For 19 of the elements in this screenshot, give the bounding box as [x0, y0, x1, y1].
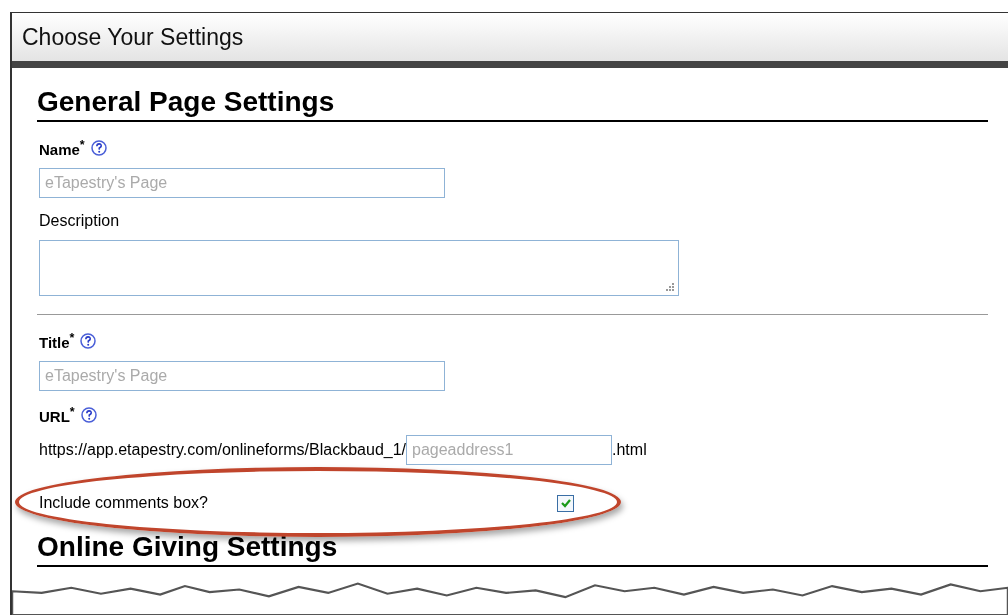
field-label: Title$^{*}$ — [39, 331, 75, 351]
checkbox[interactable] — [557, 494, 574, 512]
page-address-field[interactable]: pageaddress1 — [406, 435, 612, 465]
textarea-field[interactable] — [39, 240, 679, 296]
check-icon — [559, 497, 572, 509]
field-label: Description — [39, 212, 120, 230]
url-suffix: .html — [612, 441, 647, 459]
section-heading: Online Giving Settings — [37, 531, 988, 567]
checkbox-label: Include comments box? — [39, 494, 209, 512]
url-prefix: https://app.etapestry.com/onlineforms/Blackbaud_1/ — [39, 441, 406, 459]
resize-grip-icon[interactable] — [666, 283, 674, 291]
help-icon[interactable] — [90, 140, 107, 156]
section-heading: General Page Settings — [37, 86, 988, 122]
field-label: URL$^{*}$ — [39, 405, 75, 425]
help-icon[interactable] — [80, 333, 97, 349]
text-field[interactable]: eTapestry's Page — [39, 168, 445, 198]
field-label: Name$^{*}$ — [39, 138, 85, 158]
text-field[interactable]: eTapestry's Page — [39, 361, 445, 391]
help-icon[interactable] — [80, 407, 97, 423]
